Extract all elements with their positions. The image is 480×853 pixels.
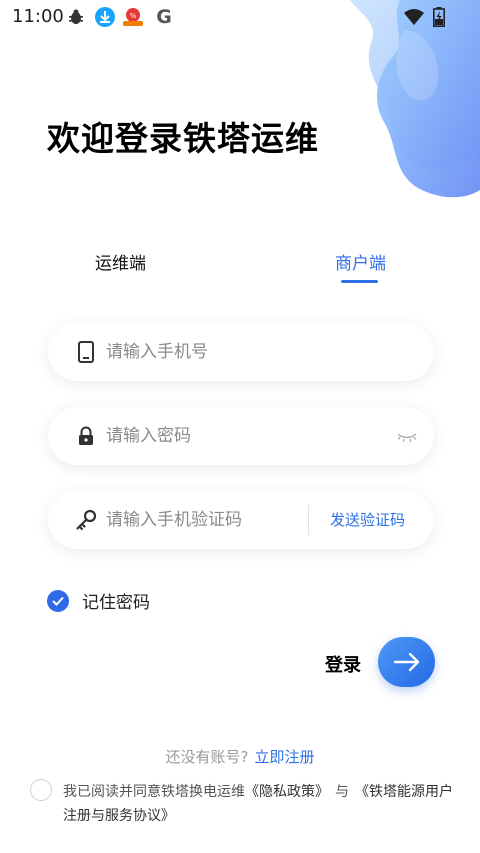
key-icon [74, 508, 98, 532]
wifi-icon [403, 6, 425, 28]
phone-icon [74, 340, 98, 364]
svg-text:%: % [130, 12, 137, 20]
lock-icon [74, 424, 98, 448]
register-question: 还没有账号? [165, 748, 249, 766]
phone-field [48, 323, 434, 381]
send-code-button[interactable]: 发送验证码 [330, 509, 405, 530]
page-title: 欢迎登录铁塔运维 [47, 119, 319, 158]
privacy-policy-link[interactable]: 《隐私政策》 [245, 784, 329, 800]
arrow-right-icon [393, 652, 419, 672]
google-icon: G [156, 6, 172, 28]
tab-active-indicator [341, 280, 378, 283]
verification-code-input[interactable] [106, 505, 326, 535]
login-label: 登录 [325, 655, 361, 676]
password-field [48, 407, 434, 465]
verification-code-field: 发送验证码 [48, 491, 434, 549]
notification-app-icon: % [122, 6, 144, 28]
phone-input[interactable] [106, 337, 326, 367]
download-icon [94, 6, 116, 28]
remember-password-toggle[interactable]: 记住密码 [47, 588, 150, 613]
status-bar: 11:00 % G [0, 0, 480, 34]
field-divider [308, 505, 309, 535]
agreement-text: 我已阅读并同意铁塔换电运维《隐私政策》与《铁塔能源用户注册与服务协议》 [63, 780, 453, 828]
eye-closed-icon[interactable] [396, 427, 418, 445]
register-prompt: 还没有账号? 立即注册 [0, 746, 480, 767]
agreement-prefix: 我已阅读并同意铁塔换电运维 [63, 784, 245, 800]
agreement-conjunction: 与 [335, 784, 349, 800]
status-time: 11:00 [12, 6, 64, 27]
tab-ops[interactable]: 运维端 [95, 249, 146, 274]
remember-password-label: 记住密码 [82, 593, 150, 613]
password-input[interactable] [106, 421, 326, 451]
tab-merchant[interactable]: 商户端 [335, 249, 386, 274]
battery-charging-icon [428, 6, 450, 28]
register-link[interactable]: 立即注册 [254, 748, 314, 766]
bug-icon [65, 6, 87, 28]
agreement-checkbox[interactable] [30, 779, 52, 801]
checkmark-icon[interactable] [47, 589, 69, 612]
login-button[interactable] [378, 637, 435, 687]
